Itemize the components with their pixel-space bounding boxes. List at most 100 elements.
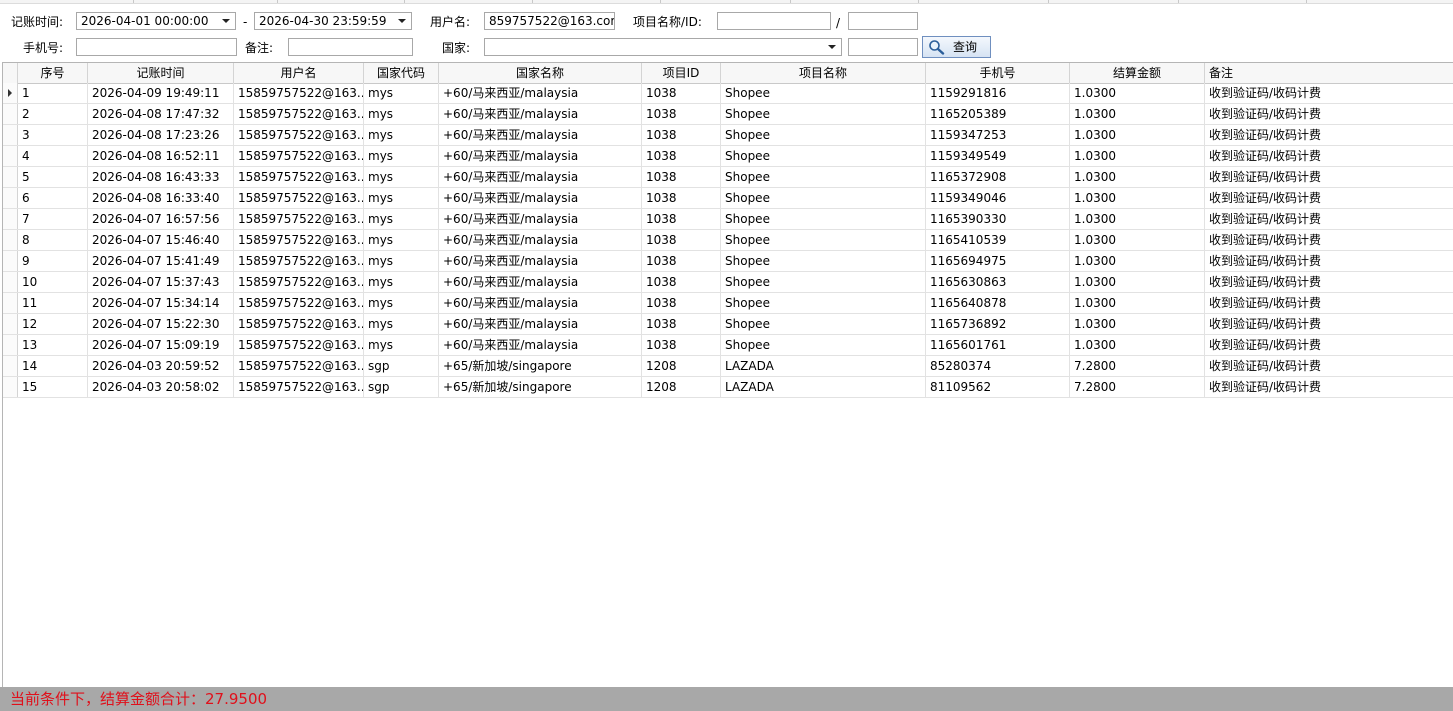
cell-index[interactable]: 8 bbox=[18, 230, 88, 250]
cell-time[interactable]: 2026-04-08 17:23:26 bbox=[88, 125, 234, 145]
cell-remark[interactable]: 收到验证码/收码计费 bbox=[1205, 209, 1453, 229]
cell-project-id[interactable]: 1038 bbox=[642, 188, 721, 208]
cell-time[interactable]: 2026-04-08 16:52:11 bbox=[88, 146, 234, 166]
cell-country-code[interactable]: mys bbox=[364, 251, 439, 271]
cell-country-name[interactable]: +60/马来西亚/malaysia bbox=[439, 104, 642, 124]
time-start-picker[interactable]: 2026-04-01 00:00:00 bbox=[76, 12, 236, 30]
row-indicator[interactable] bbox=[3, 104, 18, 124]
table-row[interactable]: 13 2026-04-07 15:09:19 15859757522@163... m… bbox=[3, 335, 1453, 356]
cell-phone[interactable]: 1165736892 bbox=[926, 314, 1070, 334]
cell-country-name[interactable]: +60/马来西亚/malaysia bbox=[439, 293, 642, 313]
cell-project-id[interactable]: 1038 bbox=[642, 230, 721, 250]
cell-country-name[interactable]: +60/马来西亚/malaysia bbox=[439, 314, 642, 334]
cell-phone[interactable]: 1159349549 bbox=[926, 146, 1070, 166]
cell-phone[interactable]: 85280374 bbox=[926, 356, 1070, 376]
cell-phone[interactable]: 1165601761 bbox=[926, 335, 1070, 355]
row-indicator[interactable] bbox=[3, 167, 18, 187]
cell-project-name[interactable]: Shopee bbox=[721, 251, 926, 271]
phone-input[interactable] bbox=[76, 38, 237, 56]
cell-amount[interactable]: 1.0300 bbox=[1070, 314, 1205, 334]
cell-project-name[interactable]: LAZADA bbox=[721, 356, 926, 376]
table-row[interactable]: 3 2026-04-08 17:23:26 15859757522@163... my… bbox=[3, 125, 1453, 146]
cell-remark[interactable]: 收到验证码/收码计费 bbox=[1205, 335, 1453, 355]
cell-index[interactable]: 4 bbox=[18, 146, 88, 166]
cell-amount[interactable]: 1.0300 bbox=[1070, 167, 1205, 187]
table-row[interactable]: 6 2026-04-08 16:33:40 15859757522@163... my… bbox=[3, 188, 1453, 209]
cell-remark[interactable]: 收到验证码/收码计费 bbox=[1205, 104, 1453, 124]
cell-time[interactable]: 2026-04-08 16:33:40 bbox=[88, 188, 234, 208]
cell-user[interactable]: 15859757522@163... bbox=[234, 314, 364, 334]
cell-project-id[interactable]: 1208 bbox=[642, 377, 721, 397]
cell-country-name[interactable]: +60/马来西亚/malaysia bbox=[439, 188, 642, 208]
cell-country-code[interactable]: mys bbox=[364, 188, 439, 208]
cell-country-name[interactable]: +60/马来西亚/malaysia bbox=[439, 146, 642, 166]
cell-user[interactable]: 15859757522@163... bbox=[234, 356, 364, 376]
cell-user[interactable]: 15859757522@163... bbox=[234, 146, 364, 166]
row-indicator[interactable] bbox=[3, 293, 18, 313]
header-col-amount[interactable]: 结算金额 bbox=[1070, 63, 1205, 83]
row-indicator[interactable] bbox=[3, 146, 18, 166]
cell-phone[interactable]: 1159349046 bbox=[926, 188, 1070, 208]
cell-user[interactable]: 15859757522@163... bbox=[234, 83, 364, 103]
table-row[interactable]: 2 2026-04-08 17:47:32 15859757522@163... my… bbox=[3, 104, 1453, 125]
cell-remark[interactable]: 收到验证码/收码计费 bbox=[1205, 125, 1453, 145]
cell-remark[interactable]: 收到验证码/收码计费 bbox=[1205, 167, 1453, 187]
cell-country-code[interactable]: mys bbox=[364, 125, 439, 145]
cell-project-name[interactable]: Shopee bbox=[721, 167, 926, 187]
cell-country-code[interactable]: mys bbox=[364, 335, 439, 355]
cell-project-id[interactable]: 1038 bbox=[642, 167, 721, 187]
cell-index[interactable]: 11 bbox=[18, 293, 88, 313]
cell-time[interactable]: 2026-04-03 20:59:52 bbox=[88, 356, 234, 376]
row-indicator[interactable] bbox=[3, 356, 18, 376]
cell-country-name[interactable]: +65/新加坡/singapore bbox=[439, 356, 642, 376]
cell-phone[interactable]: 1159347253 bbox=[926, 125, 1070, 145]
cell-time[interactable]: 2026-04-03 20:58:02 bbox=[88, 377, 234, 397]
cell-project-id[interactable]: 1038 bbox=[642, 335, 721, 355]
table-row[interactable]: 7 2026-04-07 16:57:56 15859757522@163... my… bbox=[3, 209, 1453, 230]
cell-user[interactable]: 15859757522@163... bbox=[234, 377, 364, 397]
header-col-phone[interactable]: 手机号 bbox=[926, 63, 1070, 83]
row-indicator[interactable] bbox=[3, 377, 18, 397]
cell-index[interactable]: 7 bbox=[18, 209, 88, 229]
cell-country-name[interactable]: +60/马来西亚/malaysia bbox=[439, 125, 642, 145]
query-button[interactable]: 查询 bbox=[922, 36, 991, 58]
cell-user[interactable]: 15859757522@163... bbox=[234, 167, 364, 187]
cell-phone[interactable]: 81109562 bbox=[926, 377, 1070, 397]
cell-phone[interactable]: 1165410539 bbox=[926, 230, 1070, 250]
cell-project-name[interactable]: Shopee bbox=[721, 209, 926, 229]
table-row[interactable]: 14 2026-04-03 20:59:52 15859757522@163... s… bbox=[3, 356, 1453, 377]
cell-time[interactable]: 2026-04-07 15:46:40 bbox=[88, 230, 234, 250]
cell-time[interactable]: 2026-04-07 15:22:30 bbox=[88, 314, 234, 334]
cell-country-code[interactable]: mys bbox=[364, 293, 439, 313]
cell-remark[interactable]: 收到验证码/收码计费 bbox=[1205, 146, 1453, 166]
project-id-input[interactable] bbox=[848, 12, 918, 30]
header-col-project-name[interactable]: 项目名称 bbox=[721, 63, 926, 83]
cell-project-id[interactable]: 1208 bbox=[642, 356, 721, 376]
cell-index[interactable]: 9 bbox=[18, 251, 88, 271]
header-col-user[interactable]: 用户名 bbox=[234, 63, 364, 83]
cell-phone[interactable]: 1165694975 bbox=[926, 251, 1070, 271]
remark-input[interactable] bbox=[288, 38, 413, 56]
cell-index[interactable]: 10 bbox=[18, 272, 88, 292]
cell-country-name[interactable]: +65/新加坡/singapore bbox=[439, 377, 642, 397]
cell-project-id[interactable]: 1038 bbox=[642, 251, 721, 271]
table-row[interactable]: 4 2026-04-08 16:52:11 15859757522@163... my… bbox=[3, 146, 1453, 167]
table-row[interactable]: 9 2026-04-07 15:41:49 15859757522@163... my… bbox=[3, 251, 1453, 272]
cell-index[interactable]: 14 bbox=[18, 356, 88, 376]
cell-country-name[interactable]: +60/马来西亚/malaysia bbox=[439, 335, 642, 355]
cell-country-code[interactable]: mys bbox=[364, 104, 439, 124]
cell-project-id[interactable]: 1038 bbox=[642, 83, 721, 103]
project-name-input[interactable] bbox=[717, 12, 831, 30]
cell-country-code[interactable]: sgp bbox=[364, 377, 439, 397]
cell-time[interactable]: 2026-04-07 15:34:14 bbox=[88, 293, 234, 313]
chevron-down-icon[interactable] bbox=[222, 19, 230, 23]
cell-phone[interactable]: 1165205389 bbox=[926, 104, 1070, 124]
header-col-time[interactable]: 记账时间 bbox=[88, 63, 234, 83]
cell-index[interactable]: 1 bbox=[18, 83, 88, 103]
user-input[interactable]: 859757522@163.com bbox=[484, 12, 615, 30]
cell-project-id[interactable]: 1038 bbox=[642, 209, 721, 229]
cell-country-name[interactable]: +60/马来西亚/malaysia bbox=[439, 167, 642, 187]
cell-phone[interactable]: 1165390330 bbox=[926, 209, 1070, 229]
cell-project-id[interactable]: 1038 bbox=[642, 314, 721, 334]
chevron-down-icon[interactable] bbox=[828, 45, 836, 49]
